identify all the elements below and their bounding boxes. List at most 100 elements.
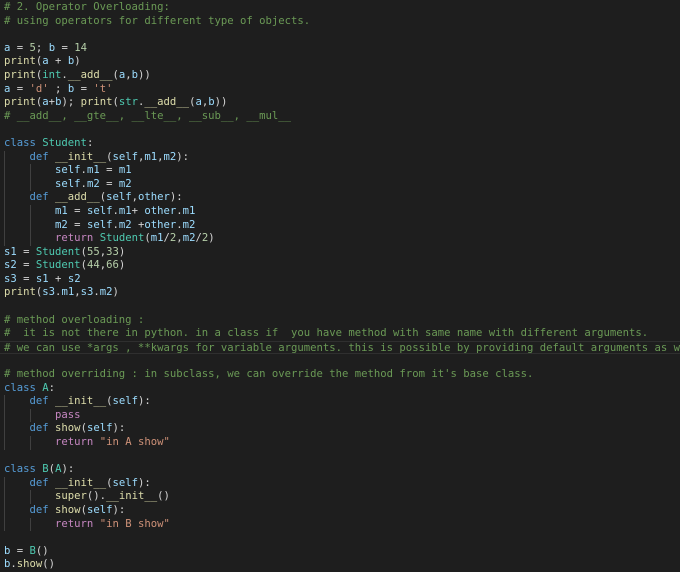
code-line[interactable]: a = 5; b = 14: [0, 42, 680, 56]
code-token-keyword: def: [29, 150, 49, 163]
code-token-plain: ): [208, 232, 215, 245]
code-token-var: m2: [86, 177, 100, 190]
code-line[interactable]: def show(self):: [0, 503, 680, 518]
indent-guide: [29, 218, 31, 233]
code-line[interactable]: def __init__(self,m1,m2):: [0, 150, 680, 165]
code-line[interactable]: s1 = Student(55,33): [0, 246, 680, 260]
code-line[interactable]: class A:: [0, 382, 680, 396]
code-line[interactable]: b.show(): [0, 558, 680, 572]
code-token-var: other: [144, 204, 177, 217]
code-token-plain: =: [67, 218, 87, 231]
code-token-var: self: [55, 177, 81, 190]
code-line[interactable]: pass: [0, 408, 680, 423]
code-line[interactable]: def __init__(self):: [0, 476, 680, 491]
code-line[interactable]: # using operators for different type of …: [0, 15, 680, 29]
code-line[interactable]: a = 'd' ; b = 't': [0, 83, 680, 97]
indent-guide: [29, 204, 31, 219]
indent-guide: [4, 218, 5, 233]
code-line[interactable]: print(a+b); print(str.__add__(a,b)): [0, 96, 680, 110]
code-token-var: m2: [118, 177, 132, 190]
code-token-var: m1: [182, 204, 196, 217]
code-token-comment: # method overloading :: [4, 313, 145, 326]
code-token-plain: ): [112, 286, 119, 299]
code-token-var: m2: [182, 218, 196, 231]
code-token-plain: )): [138, 68, 151, 81]
code-line[interactable]: s2 = Student(44,66): [0, 259, 680, 273]
code-line[interactable]: return Student(m1/2,m2/2): [0, 232, 680, 246]
code-line[interactable]: [0, 28, 680, 42]
code-token-var: m1: [150, 232, 164, 245]
code-line[interactable]: print(int.__add__(a,b)): [0, 69, 680, 83]
code-line[interactable]: self.m1 = m1: [0, 164, 680, 178]
code-token-plain: :: [86, 136, 94, 149]
code-token-func: super: [55, 490, 87, 503]
code-token-comment: # method overriding : in subclass, we ca…: [4, 368, 534, 381]
code-token-control: return: [55, 232, 94, 245]
code-line[interactable]: # we can use *args , **kwargs for variab…: [0, 340, 680, 355]
code-token-var: self: [86, 218, 113, 231]
code-token-plain: ):: [176, 150, 190, 163]
code-line[interactable]: def __add__(self,other):: [0, 191, 680, 205]
code-token-func: __init__: [55, 150, 107, 163]
code-line[interactable]: b = B(): [0, 545, 680, 559]
code-token-var: s3: [4, 272, 17, 285]
code-line[interactable]: def show(self):: [0, 422, 680, 436]
code-line[interactable]: [0, 450, 680, 464]
code-token-var: m1: [55, 204, 68, 217]
code-token-plain: =: [10, 82, 30, 95]
code-token-plain: +: [131, 204, 145, 217]
code-editor[interactable]: # 2. Operator Overloading: # using operat…: [0, 0, 680, 571]
code-token-class: str: [118, 96, 139, 109]
code-line[interactable]: m1 = self.m1+ other.m1: [0, 204, 680, 219]
code-token-plain: =: [16, 259, 36, 272]
code-line[interactable]: class B(A):: [0, 463, 680, 477]
code-token-var: m1: [86, 164, 100, 177]
code-token-number: 44: [86, 259, 100, 272]
code-token-func: show: [55, 422, 81, 435]
code-line[interactable]: self.m2 = m2: [0, 177, 680, 192]
code-line[interactable]: print(a + b): [0, 55, 680, 69]
code-token-keyword: class: [4, 136, 36, 149]
code-line[interactable]: return "in A show": [0, 436, 680, 450]
code-line[interactable]: print(s3.m1,s3.m2): [0, 286, 680, 300]
code-line[interactable]: [0, 354, 680, 368]
code-token-class: Student: [35, 245, 81, 258]
code-line[interactable]: m2 = self.m2 +other.m2: [0, 218, 680, 233]
code-line[interactable]: # method overloading :: [0, 314, 680, 328]
code-token-comment: # 2. Operator Overloading:: [4, 1, 170, 13]
code-token-keyword: def: [29, 476, 49, 489]
code-line[interactable]: super().__init__(): [0, 490, 680, 504]
code-line[interactable]: # method overriding : in subclass, we ca…: [0, 368, 680, 382]
code-token-func: __add__: [55, 191, 100, 204]
code-line[interactable]: [0, 123, 680, 137]
code-token-var: m1: [61, 286, 75, 299]
indent-guide: [29, 490, 31, 504]
code-line[interactable]: [0, 300, 680, 314]
code-token-func: __init__: [55, 476, 107, 489]
code-token-string: "in A show": [99, 436, 170, 448]
code-token-keyword: class: [4, 463, 36, 476]
code-line[interactable]: # 2. Operator Overloading:: [0, 1, 680, 15]
code-token-var: self: [55, 164, 81, 177]
code-line[interactable]: # it is not there in python. in a class …: [0, 327, 680, 341]
code-token-plain: +: [48, 272, 68, 285]
code-token-plain: =: [99, 177, 119, 190]
code-line[interactable]: [0, 531, 680, 545]
code-token-plain: =: [16, 272, 36, 285]
code-line[interactable]: # __add__, __gte__, __lte__, __sub__, __…: [0, 110, 680, 124]
code-line[interactable]: def __init__(self):: [0, 395, 680, 409]
indent-guide: [29, 436, 31, 450]
indent-guide: [29, 408, 31, 423]
code-line[interactable]: class Student:: [0, 137, 680, 151]
code-line[interactable]: return "in B show": [0, 517, 680, 532]
code-token-plain: +: [131, 218, 145, 231]
code-token-control: return: [55, 436, 94, 448]
code-token-control: return: [55, 517, 94, 530]
code-line[interactable]: s3 = s1 + s2: [0, 273, 680, 287]
code-token-keyword: def: [29, 503, 49, 516]
code-token-var: other: [144, 218, 177, 231]
